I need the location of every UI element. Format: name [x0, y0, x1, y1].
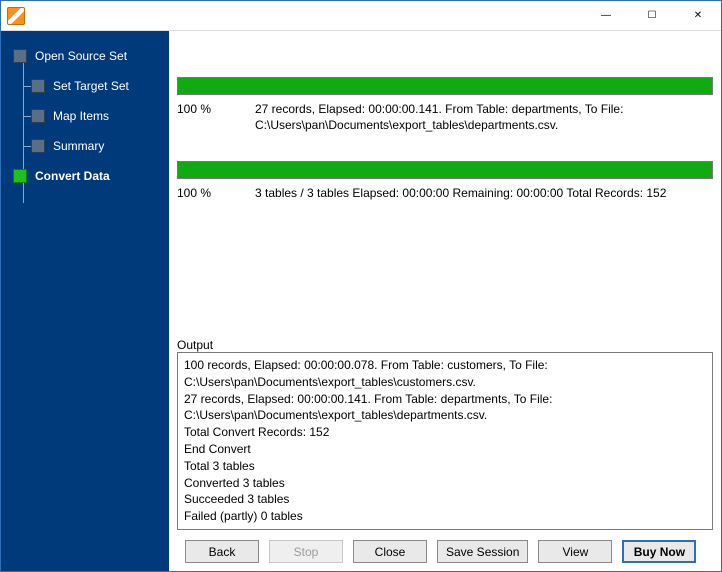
close-window-button[interactable]: ✕ [675, 1, 721, 31]
buy-now-button[interactable]: Buy Now [622, 540, 696, 563]
step-map-items[interactable]: Map Items [1, 101, 169, 131]
table-progress-percent: 100 % [177, 101, 237, 133]
output-label: Output [177, 312, 713, 352]
step-label: Open Source Set [35, 49, 127, 63]
maximize-button[interactable]: ☐ [629, 1, 675, 31]
overall-progress-percent: 100 % [177, 185, 237, 201]
save-session-button[interactable]: Save Session [437, 540, 528, 563]
log-line: End Convert [184, 441, 706, 458]
step-open-source-set[interactable]: Open Source Set [1, 41, 169, 71]
overall-progress-block: 100 % 3 tables / 3 tables Elapsed: 00:00… [177, 161, 713, 201]
step-summary[interactable]: Summary [1, 131, 169, 161]
log-line: 100 records, Elapsed: 00:00:00.078. From… [184, 357, 706, 391]
log-line: Succeeded 3 tables [184, 491, 706, 508]
main-panel: 100 % 27 records, Elapsed: 00:00:00.141.… [169, 31, 721, 571]
table-progress-detail: 27 records, Elapsed: 00:00:00.141. From … [255, 101, 713, 133]
log-line: Total 3 tables [184, 458, 706, 475]
table-progress-bar [177, 77, 713, 95]
log-line: 27 records, Elapsed: 00:00:00.141. From … [184, 391, 706, 425]
output-log[interactable]: 100 records, Elapsed: 00:00:00.078. From… [177, 352, 713, 530]
step-label: Summary [53, 139, 104, 153]
step-set-target-set[interactable]: Set Target Set [1, 71, 169, 101]
overall-progress-detail: 3 tables / 3 tables Elapsed: 00:00:00 Re… [255, 185, 713, 201]
step-label: Map Items [53, 109, 109, 123]
view-button[interactable]: View [538, 540, 612, 563]
close-button[interactable]: Close [353, 540, 427, 563]
step-convert-data[interactable]: Convert Data [1, 161, 169, 191]
overall-progress-bar [177, 161, 713, 179]
stop-button: Stop [269, 540, 343, 563]
step-label: Convert Data [35, 169, 110, 183]
button-row: Back Stop Close Save Session View Buy No… [177, 530, 713, 563]
titlebar: — ☐ ✕ [1, 1, 721, 31]
wizard-sidebar: Open Source Set Set Target Set Map Items… [1, 31, 169, 571]
step-label: Set Target Set [53, 79, 129, 93]
back-button[interactable]: Back [185, 540, 259, 563]
app-icon [7, 7, 25, 25]
minimize-button[interactable]: — [583, 1, 629, 31]
log-line: Converted 3 tables [184, 475, 706, 492]
log-line: Total Convert Records: 152 [184, 424, 706, 441]
log-line: Failed (partly) 0 tables [184, 508, 706, 525]
table-progress-block: 100 % 27 records, Elapsed: 00:00:00.141.… [177, 77, 713, 133]
